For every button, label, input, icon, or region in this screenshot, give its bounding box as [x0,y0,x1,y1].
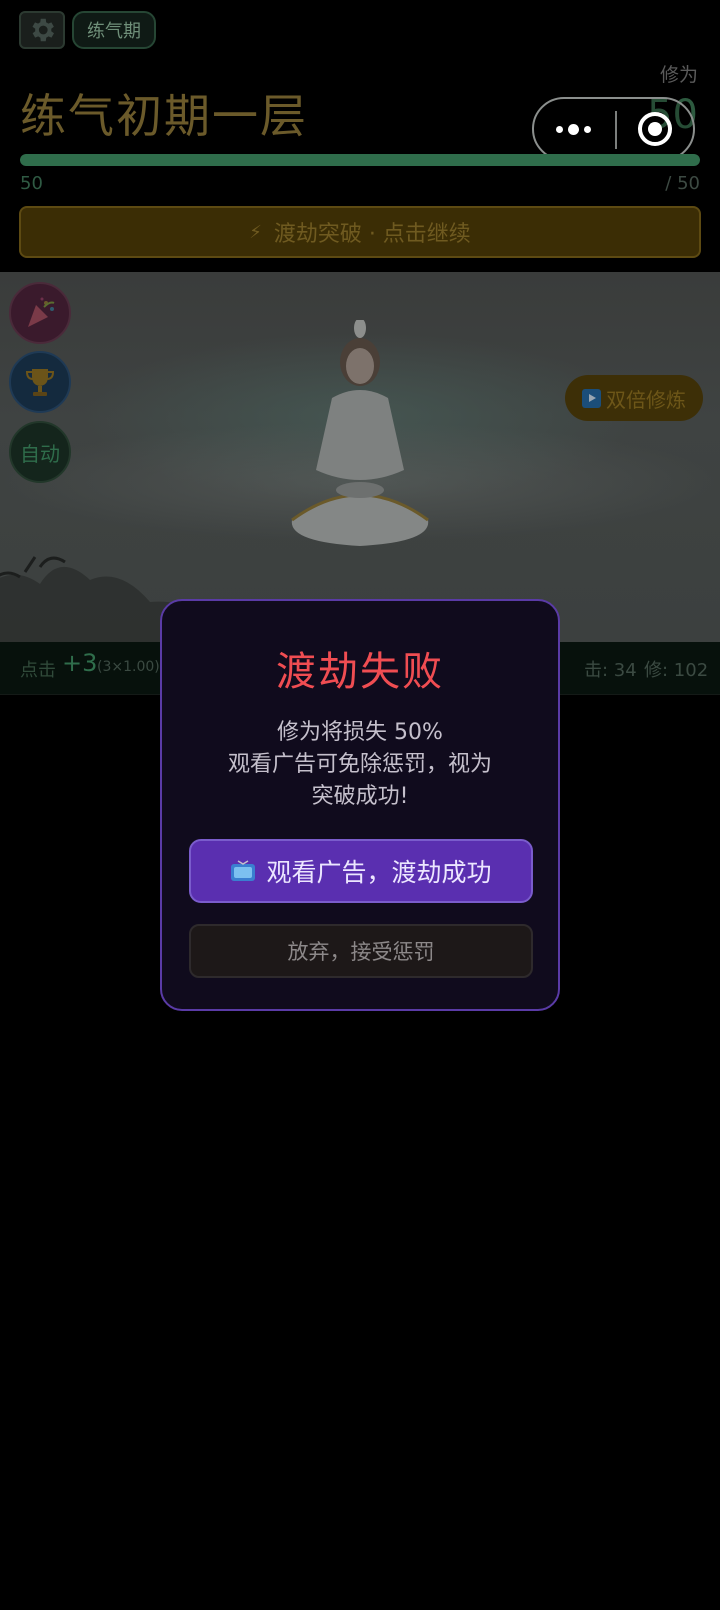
cultivation-progress-fill [20,154,700,166]
miniprogram-capsule [532,97,695,161]
breakthrough-button[interactable]: ⚡ 渡劫突破 · 点击继续 [19,206,701,258]
auto-button[interactable]: 自动 [9,421,71,483]
watch-ad-label: 观看广告，渡劫成功 [266,858,492,887]
cultivation-total: 修: 102 [644,660,709,681]
tribulation-failed-dialog: 渡劫失败 修为将损失 50% 观看广告可免除惩罚，视为 突破成功! 观看广告，渡… [160,599,560,1011]
app-root: 练气期 修为 50 练气初期一层 50 / 50 ⚡ 渡劫突破 · 点击继续 自… [0,0,720,1610]
hit-count: 击: 34 [584,660,637,681]
leaderboard-button[interactable] [9,351,71,413]
dialog-title: 渡劫失败 [276,649,444,695]
realm-badge: 练气期 [72,11,156,49]
trophy-icon [25,369,55,396]
click-multiplier: (3×1.00) [97,659,160,675]
click-amount: +3 [62,649,98,677]
double-cultivation-button[interactable]: 双倍修炼 [565,375,703,421]
give-up-button[interactable]: 放弃，接受惩罚 [189,924,533,978]
click-label: 点击 [20,660,56,681]
realm-badge-label: 练气期 [87,21,141,42]
tv-icon [231,860,256,881]
give-up-label: 放弃，接受惩罚 [287,940,435,964]
dialog-message-line: 突破成功! [311,784,409,809]
party-popper-icon [28,297,55,327]
dialog-message-line: 修为将损失 50% [277,720,443,745]
more-menu-icon[interactable] [556,124,591,135]
auto-label: 自动 [20,441,60,466]
cultivation-label: 修为 [659,64,698,86]
settings-button[interactable] [19,11,65,49]
progress-max: / 50 [665,173,700,194]
cultivation-progress-bar [20,154,700,166]
dialog-message: 修为将损失 50% 观看广告可免除惩罚，视为 突破成功! [182,717,538,813]
celebrate-button[interactable] [9,282,71,344]
close-miniprogram-icon[interactable] [638,112,672,146]
realm-title: 练气初期一层 [20,89,308,143]
gear-icon [32,18,55,42]
meditating-cultivator-image [291,320,429,546]
lightning-icon: ⚡ [249,221,262,243]
dialog-message-line: 观看广告可免除惩罚，视为 [227,752,492,777]
watch-ad-button[interactable]: 观看广告，渡劫成功 [189,839,533,903]
breakthrough-label: 渡劫突破 · 点击继续 [273,222,471,247]
progress-current: 50 [20,173,43,194]
double-cultivation-label: 双倍修炼 [606,387,686,412]
play-icon [582,388,601,408]
capsule-divider [615,111,617,149]
